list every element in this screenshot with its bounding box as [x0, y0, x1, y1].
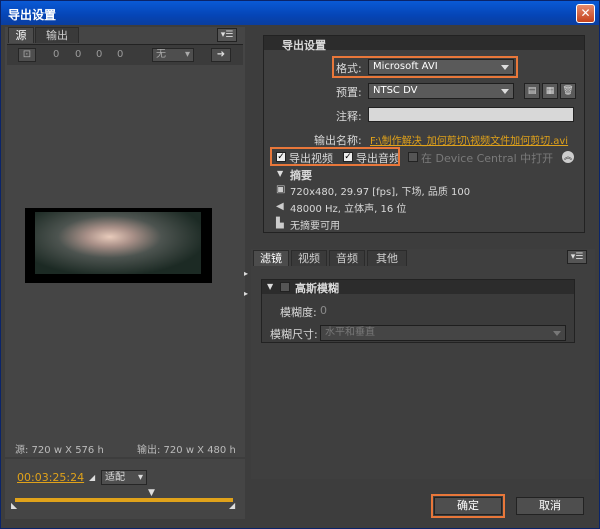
chevron-down-icon [553, 331, 561, 336]
close-button[interactable]: ✕ [576, 4, 595, 23]
output-name-label: 输出名称: [314, 134, 362, 147]
summary-none: 无摘要可用 [290, 221, 340, 232]
title-bar: 导出设置 ✕ [1, 1, 599, 25]
device-central-checkbox[interactable] [408, 152, 418, 162]
gaussian-blur-header: ▼ 高斯模糊 [262, 280, 574, 295]
format-highlight [332, 56, 518, 78]
blur-dimensions-select[interactable]: 水平和垂直 [320, 325, 566, 341]
summary-audio: 48000 Hz, 立体声, 16 位 [290, 204, 407, 215]
filter-panel: 滤镜 视频 音频 其他 ▾☰ ▼ 高斯模糊 模糊度: 0 模糊尺寸: 水平和垂直 [251, 249, 595, 479]
export-settings-title: 导出设置 [282, 39, 326, 52]
crop-left[interactable]: 0 [53, 49, 59, 60]
output-name-link[interactable]: F:\制作解决_加何剪切\视频文件加何剪切.avi [370, 132, 568, 147]
in-marker-icon[interactable]: ◢ [89, 473, 95, 482]
window-title: 导出设置 [8, 8, 57, 22]
tab-filters[interactable]: 滤镜 [253, 250, 289, 266]
collapse-icon[interactable]: ▼ [267, 282, 273, 291]
crop-ratio-value: 无 [156, 49, 166, 60]
comment-input[interactable] [368, 107, 574, 122]
crop-bottom[interactable]: 0 [117, 49, 123, 60]
chevron-down-icon: ▾ [184, 49, 190, 60]
save-preset-icon[interactable]: ▤ [524, 83, 540, 99]
tab-source[interactable]: 源 [8, 27, 34, 43]
blurriness-label: 模糊度: [280, 306, 317, 319]
in-point-icon[interactable]: ◣ [11, 501, 17, 510]
blurriness-value[interactable]: 0 [320, 304, 327, 317]
splitter-arrow-icon[interactable]: ▸ [244, 269, 248, 278]
crop-toolbar: ⊡ 0 0 0 0 无 ▾ ➜ [7, 44, 243, 65]
crop-ratio-select[interactable]: 无 ▾ [152, 48, 194, 62]
tab-other[interactable]: 其他 [367, 250, 407, 266]
apply-crop-arrow-icon[interactable]: ➜ [211, 48, 231, 62]
delete-preset-icon[interactable]: 🗑 [560, 83, 576, 99]
speaker-icon: ◀ [276, 201, 284, 212]
crop-top[interactable]: 0 [75, 49, 81, 60]
export-settings-section: 导出设置 格式: Microsoft AVI 预置: NTSC DV ▤ ▦ 🗑… [263, 35, 585, 233]
import-preset-icon[interactable]: ▦ [542, 83, 558, 99]
tab-output[interactable]: 输出 [35, 27, 79, 43]
export-options-highlight [270, 147, 400, 166]
panel-menu-button[interactable]: ▾☰ [217, 28, 237, 42]
gaussian-blur-checkbox[interactable] [280, 282, 290, 292]
output-resolution: 输出: 720 w X 480 h [137, 445, 236, 456]
summary-label: 摘要 [290, 169, 312, 182]
gaussian-blur-section: ▼ 高斯模糊 模糊度: 0 模糊尺寸: 水平和垂直 [261, 279, 575, 343]
film-icon: ▣ [276, 184, 286, 195]
chart-icon: ▙ [276, 218, 284, 229]
summary-toggle-icon[interactable]: ▼ [277, 169, 283, 178]
export-settings-dialog: 导出设置 ✕ 源 输出 ▾☰ ⊡ 0 0 0 0 无 ▾ ➜ 源: 720 w … [0, 0, 600, 529]
gaussian-blur-title: 高斯模糊 [295, 282, 339, 295]
summary-video: 720x480, 29.97 [fps], 下场, 品质 100 [290, 187, 471, 198]
video-frame-image [35, 212, 201, 274]
filter-panel-menu-button[interactable]: ▾☰ [567, 250, 587, 264]
ok-highlight [431, 494, 505, 518]
export-settings-header-bar: 导出设置 [264, 36, 584, 52]
fit-select[interactable]: 适配 ▾ [101, 470, 147, 485]
video-preview [25, 208, 212, 283]
timeline-area: 00:03:25:24 ◢ 适配 ▾ ▼ ◣ ◢ [5, 459, 245, 519]
timeline-track[interactable] [15, 498, 233, 502]
preset-select[interactable]: NTSC DV [368, 83, 514, 99]
crop-icon[interactable]: ⊡ [18, 48, 36, 62]
blur-dimensions-label: 模糊尺寸: [270, 328, 318, 341]
chevron-down-icon [501, 89, 509, 94]
crop-right[interactable]: 0 [96, 49, 102, 60]
preset-label: 预置: [336, 86, 362, 99]
collapse-up-icon[interactable]: ︽ [562, 151, 574, 163]
device-central-label: 在 Device Central 中打开 [421, 152, 554, 165]
playhead-icon[interactable]: ▼ [148, 488, 155, 498]
tab-video[interactable]: 视频 [291, 250, 327, 266]
fit-select-value: 适配 [105, 472, 125, 483]
out-point-icon[interactable]: ◢ [229, 501, 235, 510]
cancel-button[interactable]: 取消 [516, 497, 584, 515]
preview-panel: 源 输出 ▾☰ ⊡ 0 0 0 0 无 ▾ ➜ 源: 720 w X 576 h… [5, 27, 245, 457]
timecode[interactable]: 00:03:25:24 [17, 471, 84, 484]
splitter-arrow-icon[interactable]: ▸ [244, 289, 248, 298]
blur-dimensions-value: 水平和垂直 [325, 327, 375, 338]
tab-audio[interactable]: 音频 [329, 250, 365, 266]
preset-value: NTSC DV [373, 85, 418, 96]
source-resolution: 源: 720 w X 576 h [15, 445, 104, 456]
comment-label: 注释: [336, 110, 362, 123]
chevron-down-icon: ▾ [137, 472, 143, 483]
